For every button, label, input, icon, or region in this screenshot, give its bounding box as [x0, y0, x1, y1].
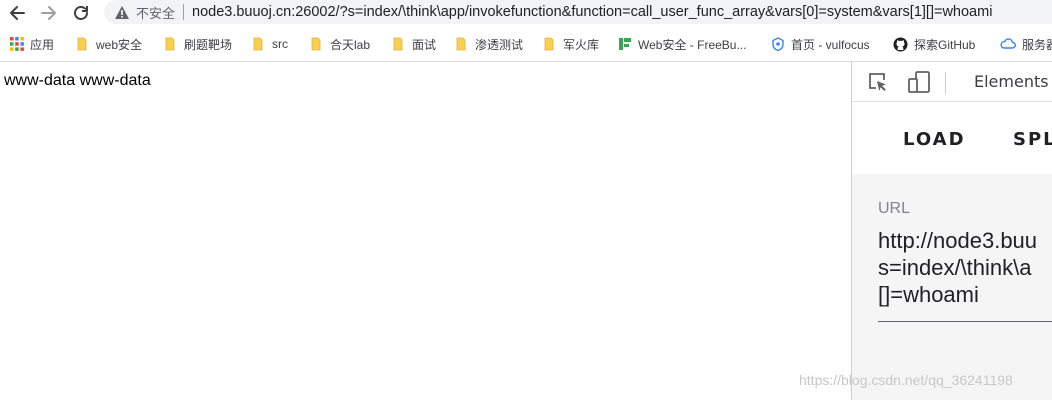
bookmark-label: 面试 — [412, 37, 437, 52]
back-arrow-icon — [10, 6, 25, 20]
devtools-toolbar: Elements — [852, 62, 1052, 102]
security-status-label[interactable]: 不安全 — [136, 3, 175, 22]
bookmark-label: 应用 — [30, 37, 55, 52]
load-url-button[interactable]: LOAD — [903, 129, 966, 150]
command-output-text: www-data www-data — [4, 72, 151, 89]
watermark-text: https://blog.csdn.net/qq_36241198 — [799, 372, 1013, 388]
bookmark-freebuf[interactable]: Web安全 - FreeBu... — [618, 33, 746, 55]
folder-icon — [455, 37, 469, 51]
bookmark-label: 探索GitHub — [914, 37, 976, 52]
forward-arrow-icon — [41, 6, 56, 20]
bookmark-label: web安全 — [96, 37, 143, 52]
bookmark-label: 合天lab — [330, 37, 371, 52]
url-line: []=whoami — [878, 282, 979, 307]
github-icon — [893, 36, 908, 52]
tab-elements[interactable]: Elements — [974, 72, 1049, 91]
bookmark-label: 刷题靶场 — [184, 37, 233, 52]
bookmarks-bar: 应用 web安全 刷题靶场 src 合天lab 面试 渗透测试 军火库 Web安… — [0, 28, 1052, 60]
hackbar-url-form: URL http://node3.buu s=index/\think\a []=w… — [852, 174, 1052, 400]
url-line: http://node3.buu — [878, 228, 1038, 253]
device-toolbar-button[interactable] — [907, 70, 931, 98]
url-textarea[interactable]: http://node3.buu s=index/\think\a []=whoam… — [878, 227, 1052, 308]
split-url-button[interactable]: SPL — [1013, 129, 1052, 150]
bookmark-label: 服务器 — [1022, 37, 1052, 52]
bookmark-label: src — [272, 37, 288, 51]
bookmark-folder-web-security[interactable]: web安全 — [76, 33, 142, 55]
bookmark-apps[interactable]: 应用 — [10, 33, 54, 55]
device-mobile-icon — [908, 71, 930, 93]
hackbar-actions: LOAD SPL — [852, 102, 1052, 174]
apps-grid-icon — [10, 37, 24, 51]
devtools-toolbar-divider — [945, 72, 946, 94]
bookmark-folder-interview[interactable]: 面试 — [392, 33, 436, 55]
inspect-cursor-icon — [869, 73, 886, 92]
url-text[interactable]: node3.buuoj.cn:26002/?s=index/\think\app… — [192, 4, 992, 20]
url-field-label: URL — [878, 200, 911, 217]
bookmark-folder-pentest[interactable]: 渗透测试 — [455, 33, 523, 55]
bookmark-folder-practice[interactable]: 刷题靶场 — [164, 33, 232, 55]
bookmark-server[interactable]: 服务器 — [1000, 33, 1052, 55]
url-host: node3.buuoj.cn — [192, 4, 292, 20]
forward-button[interactable] — [38, 2, 60, 24]
vulfocus-icon — [771, 37, 785, 51]
bookmark-folder-hetian-lab[interactable]: 合天lab — [310, 33, 370, 55]
folder-icon — [392, 37, 406, 51]
bookmark-folder-src[interactable]: src — [252, 33, 288, 55]
url-field-underline — [878, 321, 1052, 322]
folder-icon — [310, 37, 324, 51]
url-path: :26002/?s=index/\think\app/invokefunctio… — [291, 4, 993, 20]
bookmark-label: 渗透测试 — [475, 37, 524, 52]
bookmark-github[interactable]: 探索GitHub — [893, 33, 975, 55]
browser-window: 不安全 node3.buuoj.cn:26002/?s=index/\think… — [0, 0, 1052, 400]
address-bar[interactable]: 不安全 node3.buuoj.cn:26002/?s=index/\think… — [104, 0, 1052, 24]
page-content: www-data www-data — [0, 62, 851, 400]
bookmark-label: 军火库 — [563, 37, 600, 52]
bookmark-label: 首页 - vulfocus — [791, 37, 870, 52]
freebuf-icon — [618, 37, 632, 51]
back-button[interactable] — [6, 2, 28, 24]
folder-icon — [76, 37, 90, 51]
folder-icon — [543, 37, 557, 51]
reload-icon — [74, 6, 88, 20]
bookmark-label: Web安全 - FreeBu... — [638, 37, 747, 52]
bookmark-vulfocus[interactable]: 首页 - vulfocus — [771, 33, 870, 55]
reload-button[interactable] — [70, 2, 92, 24]
cloud-icon — [1000, 37, 1016, 51]
warning-triangle-icon — [114, 5, 130, 20]
devtools-panel: Elements LOAD SPL URL http://node3.buu s=… — [851, 62, 1052, 400]
navigation-bar: 不安全 node3.buuoj.cn:26002/?s=index/\think… — [0, 0, 1052, 26]
folder-icon — [164, 37, 178, 51]
address-divider — [183, 4, 185, 20]
bookmark-folder-arsenal[interactable]: 军火库 — [543, 33, 599, 55]
folder-icon — [252, 37, 266, 51]
inspect-element-button[interactable] — [867, 71, 889, 97]
url-line: s=index/\think\a — [878, 255, 1032, 280]
